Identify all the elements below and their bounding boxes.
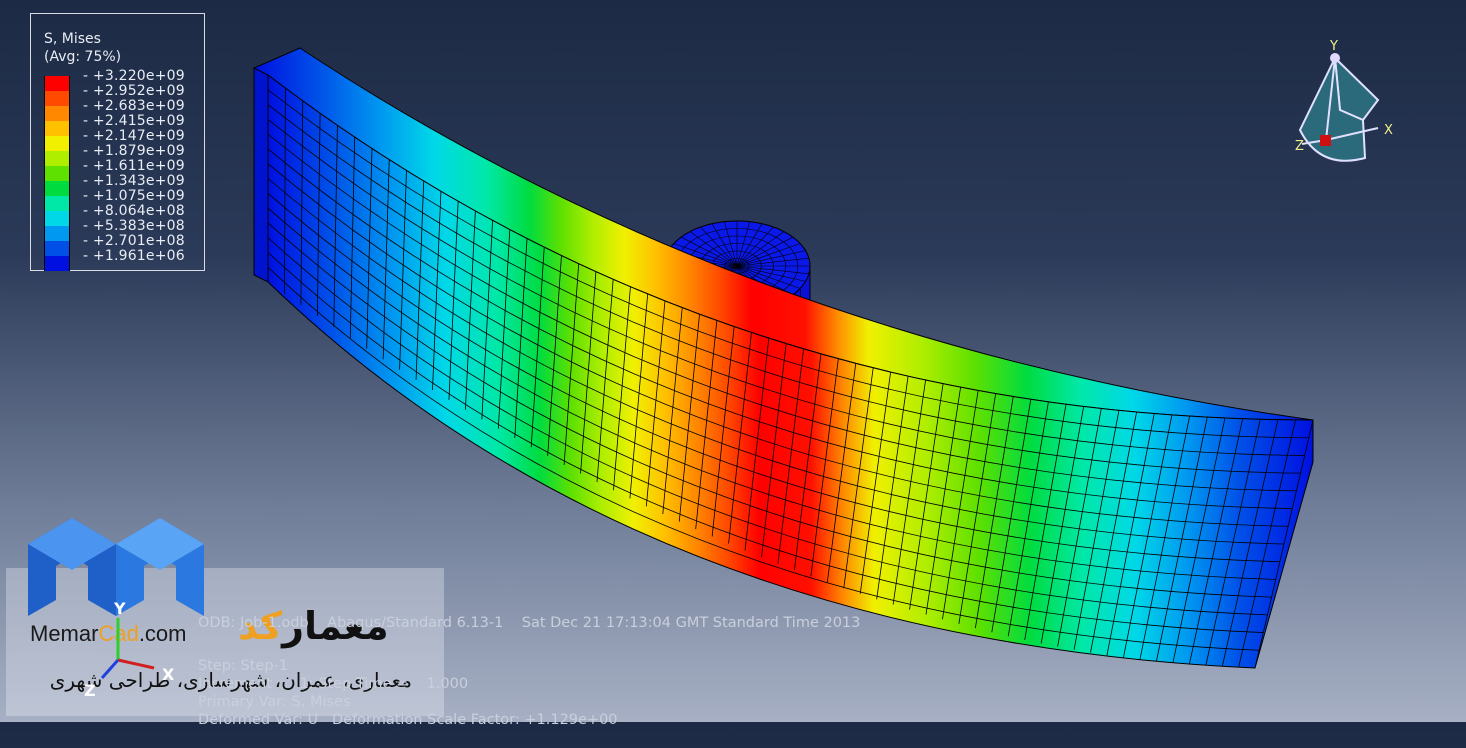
legend-entry: +1.343e+09 xyxy=(44,173,185,196)
odb-line: ODB: Job-1.odb Abaqus/Standard 6.13-1 Sa… xyxy=(198,615,861,632)
legend-entry: +2.701e+08 xyxy=(44,233,185,256)
svg-text:X: X xyxy=(162,665,175,684)
legend-value: +1.075e+09 xyxy=(83,188,185,204)
primary-var-line: Primary Var: S, Mises xyxy=(198,694,351,711)
legend-value: +2.415e+09 xyxy=(83,113,185,129)
odb-info: ODB: Job-1.odb Abaqus/Standard 6.13-1 Sa… xyxy=(198,596,860,748)
legend-value: +1.879e+09 xyxy=(83,143,185,159)
legend-value: +2.952e+09 xyxy=(83,83,185,99)
legend-title-line1: S, Mises xyxy=(44,31,101,47)
legend-swatch xyxy=(44,121,70,136)
legend-entry: +2.415e+09 xyxy=(44,113,185,136)
legend-value: +1.343e+09 xyxy=(83,173,185,189)
legend-swatch xyxy=(44,211,70,226)
deformed-var-line: Deformed Var: U Deformation Scale Factor… xyxy=(198,712,618,729)
legend-entry: +2.683e+09 xyxy=(44,98,185,121)
legend-entry: +2.952e+09 xyxy=(44,83,185,106)
legend-swatch xyxy=(44,256,70,271)
triad-label-z: Z xyxy=(1295,139,1304,154)
legend-value: +1.961e+06 xyxy=(83,248,185,264)
legend-value: +3.220e+09 xyxy=(83,68,185,84)
legend-title-line2: (Avg: 75%) xyxy=(44,49,122,65)
svg-text:Y: Y xyxy=(113,600,126,618)
step-line: Step: Step-1 xyxy=(198,657,288,674)
legend-swatch xyxy=(44,166,70,181)
legend-value: +2.701e+08 xyxy=(83,233,185,249)
legend-swatch xyxy=(44,136,70,151)
legend-value: +2.147e+09 xyxy=(83,128,185,144)
legend-swatch xyxy=(44,226,70,241)
legend-swatch xyxy=(44,196,70,211)
increment-line: Increment 1: Step Time = 1.000 xyxy=(198,675,469,692)
legend-swatch xyxy=(44,91,70,106)
svg-text:Z: Z xyxy=(84,681,96,700)
legend-swatch xyxy=(44,151,70,166)
legend-entry: +8.064e+08 xyxy=(44,203,185,226)
legend-swatch xyxy=(44,76,70,91)
legend-value: +1.611e+09 xyxy=(83,158,185,174)
legend-swatch xyxy=(44,241,70,256)
legend-entry: +1.075e+09 xyxy=(44,188,185,211)
triad-label-y: Y xyxy=(1329,39,1338,54)
legend-value: +2.683e+09 xyxy=(83,98,185,114)
legend-entry: +3.220e+09 xyxy=(44,68,185,91)
beam-end-face xyxy=(253,67,269,283)
stress-legend: S, Mises (Avg: 75%) +3.220e+09+2.952e+09… xyxy=(30,13,205,271)
triad-label-x: X xyxy=(1384,123,1393,138)
legend-title: S, Mises (Avg: 75%) xyxy=(44,30,121,66)
legend-swatch xyxy=(44,181,70,196)
legend-swatch xyxy=(44,106,70,121)
small-axis-triad: Y X Z xyxy=(84,600,175,700)
legend-entry: +1.879e+09 xyxy=(44,143,185,166)
legend-entry: +5.383e+08 xyxy=(44,218,185,241)
legend-entry: +1.611e+09 xyxy=(44,158,185,181)
legend-value: +5.383e+08 xyxy=(83,218,185,234)
legend-entry: +1.961e+06 xyxy=(44,248,185,271)
legend-entry: +2.147e+09 xyxy=(44,128,185,151)
legend-value: +8.064e+08 xyxy=(83,203,185,219)
view-triad[interactable] xyxy=(1298,53,1380,162)
